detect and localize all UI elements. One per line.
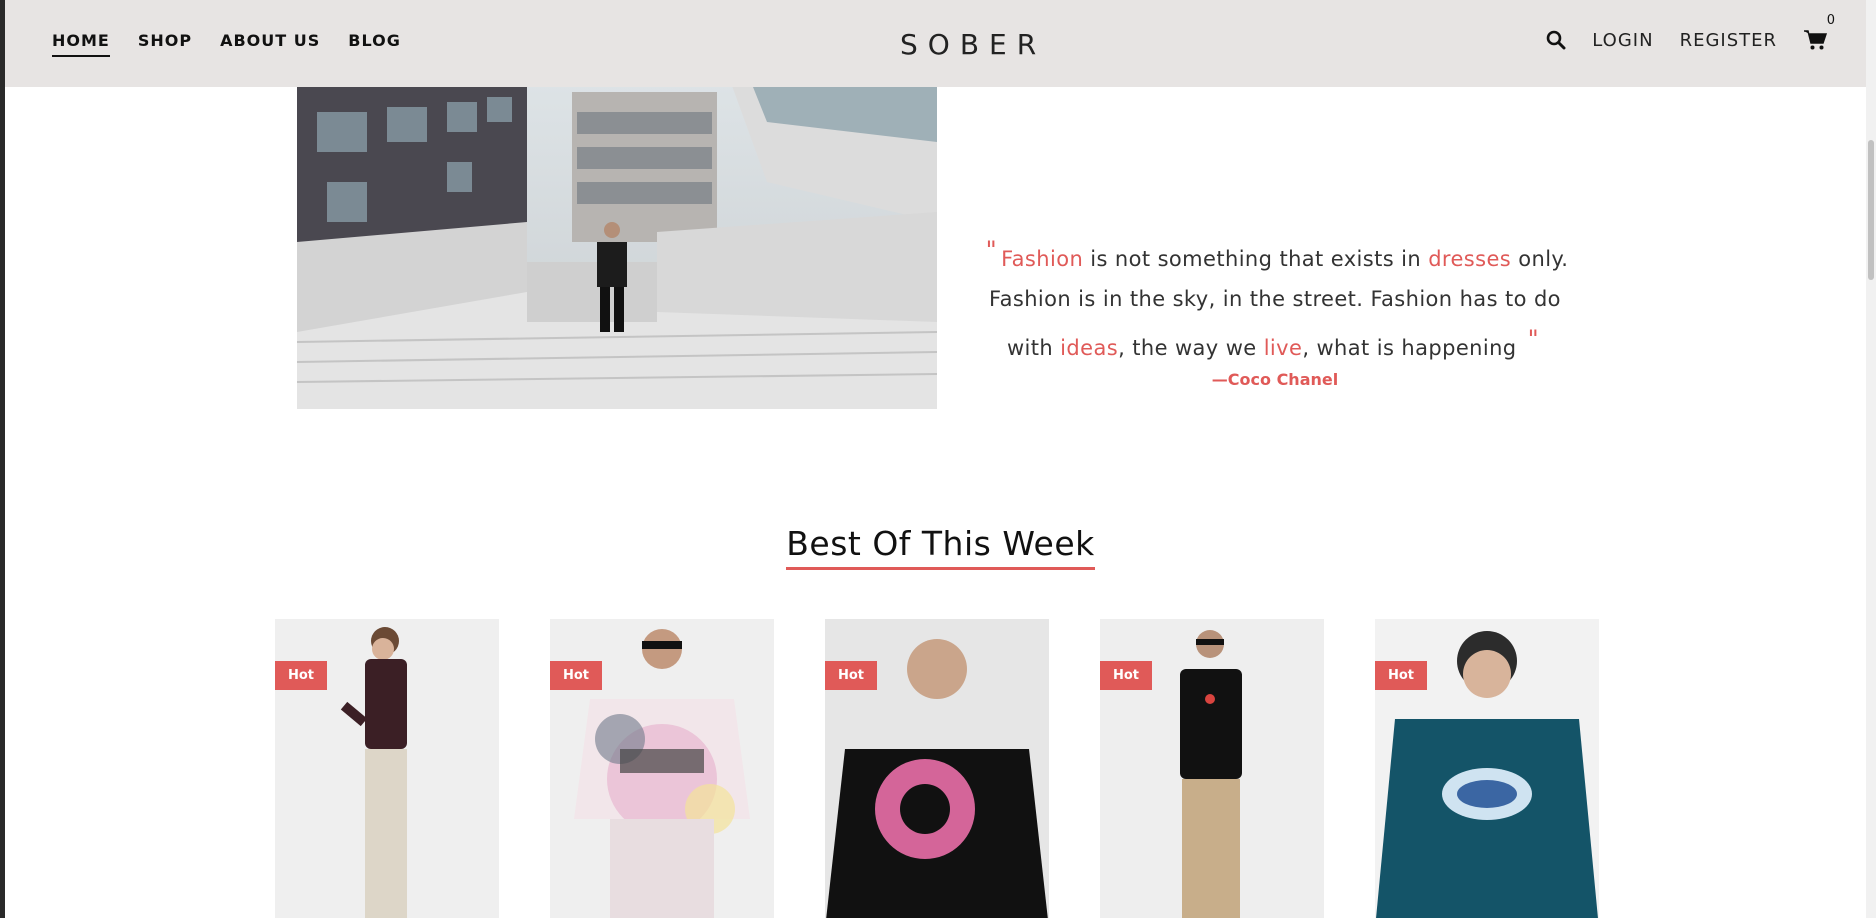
quote-text: , the way we xyxy=(1118,336,1264,360)
main-nav: HOME SHOP ABOUT US BLOG xyxy=(52,31,429,57)
quote-highlight: live xyxy=(1263,336,1303,360)
product-card[interactable]: Hot xyxy=(1100,619,1324,918)
product-card[interactable]: Hot xyxy=(550,619,774,918)
search-icon[interactable] xyxy=(1546,30,1566,50)
register-link[interactable]: REGISTER xyxy=(1680,30,1777,51)
quote-highlight: dresses xyxy=(1428,247,1512,271)
nav-shop[interactable]: SHOP xyxy=(138,31,192,57)
quote-text: is not something that exists in xyxy=(1083,247,1429,271)
nav-blog[interactable]: BLOG xyxy=(348,31,401,57)
hot-badge: Hot xyxy=(1100,661,1153,690)
product-card[interactable]: Hot xyxy=(825,619,1049,918)
login-link[interactable]: LOGIN xyxy=(1592,30,1653,51)
hot-badge: Hot xyxy=(275,661,328,690)
fashion-quote: " Fashion is not something that exists in… xyxy=(975,230,1575,368)
quote-highlight: ideas xyxy=(1060,336,1119,360)
quote-highlight: Fashion xyxy=(1001,247,1084,271)
hot-badge: Hot xyxy=(1375,661,1428,690)
quote-text: , what is happening xyxy=(1302,336,1524,360)
cart-count: 0 xyxy=(1826,13,1835,28)
hot-badge: Hot xyxy=(825,661,878,690)
header-actions: LOGIN REGISTER 0 xyxy=(1546,13,1835,51)
close-quote-mark: " xyxy=(1527,325,1540,353)
best-of-week-section: Best Of This Week xyxy=(5,524,1876,570)
cart-icon[interactable]: 0 xyxy=(1803,13,1835,51)
nav-about-us[interactable]: ABOUT US xyxy=(220,31,320,57)
page-scrollbar[interactable] xyxy=(1866,0,1876,918)
hot-badge: Hot xyxy=(550,661,603,690)
nav-home[interactable]: HOME xyxy=(52,31,110,57)
page: HOME SHOP ABOUT US BLOG SOBER LOGIN REGI… xyxy=(5,0,1876,918)
site-header: HOME SHOP ABOUT US BLOG SOBER LOGIN REGI… xyxy=(5,0,1876,87)
site-logo[interactable]: SOBER xyxy=(900,28,1046,61)
quote-author: —Coco Chanel xyxy=(1211,370,1339,389)
product-card[interactable]: Hot xyxy=(275,619,499,918)
open-quote-mark: " xyxy=(985,236,998,264)
section-title: Best Of This Week xyxy=(786,524,1095,570)
scrollbar-thumb[interactable] xyxy=(1868,140,1874,280)
fashion-video-image[interactable] xyxy=(297,52,937,409)
product-card[interactable]: Hot xyxy=(1375,619,1599,918)
